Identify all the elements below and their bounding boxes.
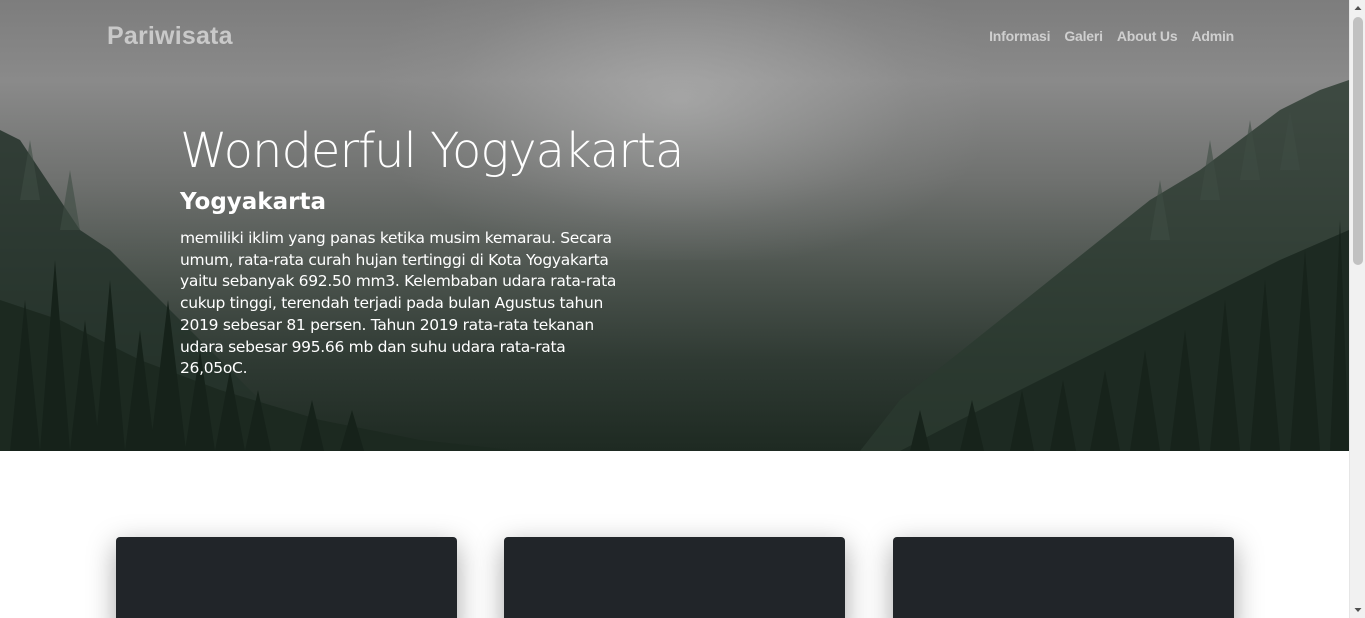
hero-banner: Pariwisata Informasi Galeri About Us Adm… [0, 0, 1349, 451]
nav-links: Informasi Galeri About Us Admin [989, 28, 1234, 44]
triangle-up-icon[interactable] [1350, 0, 1365, 16]
nav-link-about-us[interactable]: About Us [1117, 28, 1178, 44]
nav-link-galeri[interactable]: Galeri [1064, 28, 1103, 44]
nav-link-admin[interactable]: Admin [1191, 28, 1234, 44]
scrollbar-thumb[interactable] [1353, 17, 1363, 265]
hero-description: memiliki iklim yang panas ketika musim k… [180, 229, 617, 378]
triangle-down-icon[interactable] [1350, 602, 1365, 618]
card-1[interactable] [116, 537, 457, 618]
brand-logo[interactable]: Pariwisata [107, 22, 233, 51]
hero-subtitle: Yogyakarta [180, 189, 326, 215]
card-3[interactable] [893, 537, 1234, 618]
hero-content: Wonderful Yogyakarta Yogyakarta memiliki… [180, 122, 684, 380]
hero-title: Wonderful Yogyakarta [180, 123, 684, 179]
vertical-scrollbar[interactable] [1349, 0, 1365, 618]
navbar: Pariwisata Informasi Galeri About Us Adm… [0, 0, 1349, 72]
nav-link-informasi[interactable]: Informasi [989, 28, 1050, 44]
card-2[interactable] [504, 537, 845, 618]
